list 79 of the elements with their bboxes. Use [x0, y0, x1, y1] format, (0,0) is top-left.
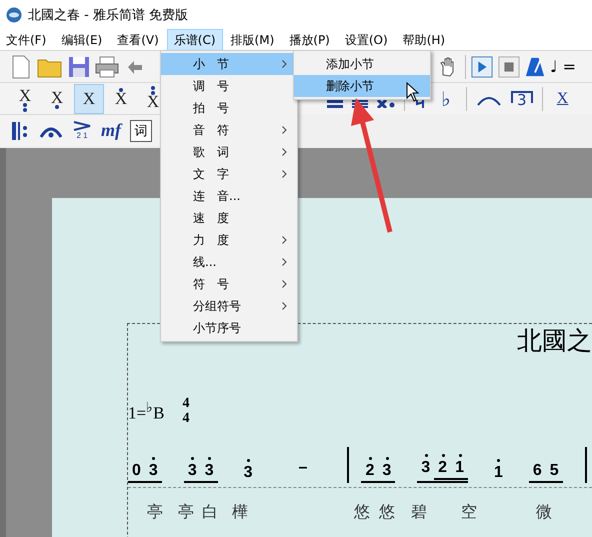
- chevron-icon: [282, 258, 287, 266]
- note-button[interactable]: X: [74, 84, 104, 114]
- save-icon[interactable]: [68, 56, 90, 78]
- dotted-note-icon[interactable]: [377, 100, 395, 108]
- menu-entry[interactable]: 音 符: [161, 119, 297, 141]
- note: 3: [144, 457, 162, 483]
- tempo-label: ♩ =: [550, 57, 576, 76]
- note-button[interactable]: X: [10, 84, 40, 114]
- play-icon[interactable]: [471, 56, 493, 78]
- lyrics-button[interactable]: 词: [130, 120, 152, 142]
- menu-item[interactable]: 文件(F): [0, 30, 52, 50]
- note: 1: [451, 454, 468, 483]
- note-dash: –: [298, 459, 308, 478]
- submenu-entry[interactable]: 添加小节: [294, 53, 430, 75]
- menu-item[interactable]: 查看(V): [111, 30, 165, 50]
- menu-entry[interactable]: 连 音...: [161, 185, 297, 207]
- flat-button[interactable]: ♭: [435, 86, 457, 110]
- note: 1: [490, 459, 507, 483]
- note: 3: [184, 457, 201, 483]
- lyric: 樺: [232, 502, 248, 523]
- new-file-icon[interactable]: [10, 54, 32, 78]
- dynamics-button[interactable]: mf: [101, 120, 121, 141]
- note: 3: [378, 457, 396, 483]
- menu-entry[interactable]: 调 号: [161, 75, 297, 97]
- menu-entry[interactable]: 歌 词: [161, 141, 297, 163]
- note-button[interactable]: X: [106, 84, 136, 114]
- underline-note-button[interactable]: X: [552, 90, 574, 108]
- note: 5: [546, 457, 563, 483]
- chevron-icon: [282, 236, 287, 244]
- time-signature: 4 4: [182, 396, 190, 426]
- score-title: 北國之: [517, 325, 592, 357]
- note: 6: [528, 457, 546, 483]
- menu-entry[interactable]: 线...: [161, 251, 297, 273]
- menu-item[interactable]: 帮助(H): [396, 30, 452, 50]
- lyric: 悠: [354, 502, 370, 523]
- lyric: 悠: [379, 502, 395, 523]
- note: 3: [240, 459, 257, 483]
- menu-entry[interactable]: 速 度: [161, 207, 297, 229]
- note: 2: [434, 454, 452, 483]
- menu-item[interactable]: 设置(O): [338, 30, 394, 50]
- note: 3: [200, 457, 218, 483]
- chevron-icon: [282, 280, 287, 288]
- note: 3: [417, 454, 434, 483]
- stop-icon[interactable]: [498, 56, 520, 78]
- submenu-entry[interactable]: 删除小节: [294, 75, 430, 97]
- app-logo-icon: [6, 7, 22, 23]
- lyric: 空: [461, 502, 477, 523]
- note: 2: [361, 457, 378, 483]
- menu-entry[interactable]: 小节序号: [161, 317, 297, 339]
- chevron-icon: [282, 126, 287, 134]
- lyric: 微: [536, 502, 552, 523]
- menu-item[interactable]: 排版(M): [224, 30, 280, 50]
- bar-line: [584, 447, 587, 483]
- chevron-icon: [282, 60, 287, 68]
- menu-entry[interactable]: 拍 号: [161, 97, 297, 119]
- window-title: 北國之春 - 雅乐简谱 免费版: [28, 7, 188, 24]
- menu-entry[interactable]: 力 度: [161, 229, 297, 251]
- menu-item[interactable]: 编辑(E): [55, 30, 108, 50]
- chevron-icon: [282, 170, 287, 178]
- lyric: 白: [202, 502, 218, 523]
- note-button[interactable]: X: [42, 84, 72, 114]
- repeat-icon[interactable]: [10, 120, 30, 142]
- menu-entry[interactable]: 分组符号: [161, 295, 297, 317]
- lyric: 碧: [411, 502, 427, 523]
- chevron-icon: [282, 302, 287, 310]
- metronome-icon[interactable]: [525, 56, 545, 78]
- lyric: 亭: [147, 502, 163, 523]
- menu-item[interactable]: 播放(P): [283, 30, 336, 50]
- chevron-icon: [282, 148, 287, 156]
- menu-entry[interactable]: 文 字: [161, 163, 297, 185]
- double-line-icon[interactable]: [327, 100, 343, 108]
- key-signature: 1=$^{♭}$B: [128, 398, 164, 424]
- lyric: 亭: [178, 502, 194, 523]
- bar-line: [347, 447, 350, 483]
- note: 0: [128, 457, 145, 483]
- accent-button[interactable]: 2 1: [72, 121, 92, 140]
- print-icon[interactable]: [95, 56, 119, 78]
- menu-entry[interactable]: 符 号: [161, 273, 297, 295]
- menu-item[interactable]: 乐谱(C): [168, 30, 222, 50]
